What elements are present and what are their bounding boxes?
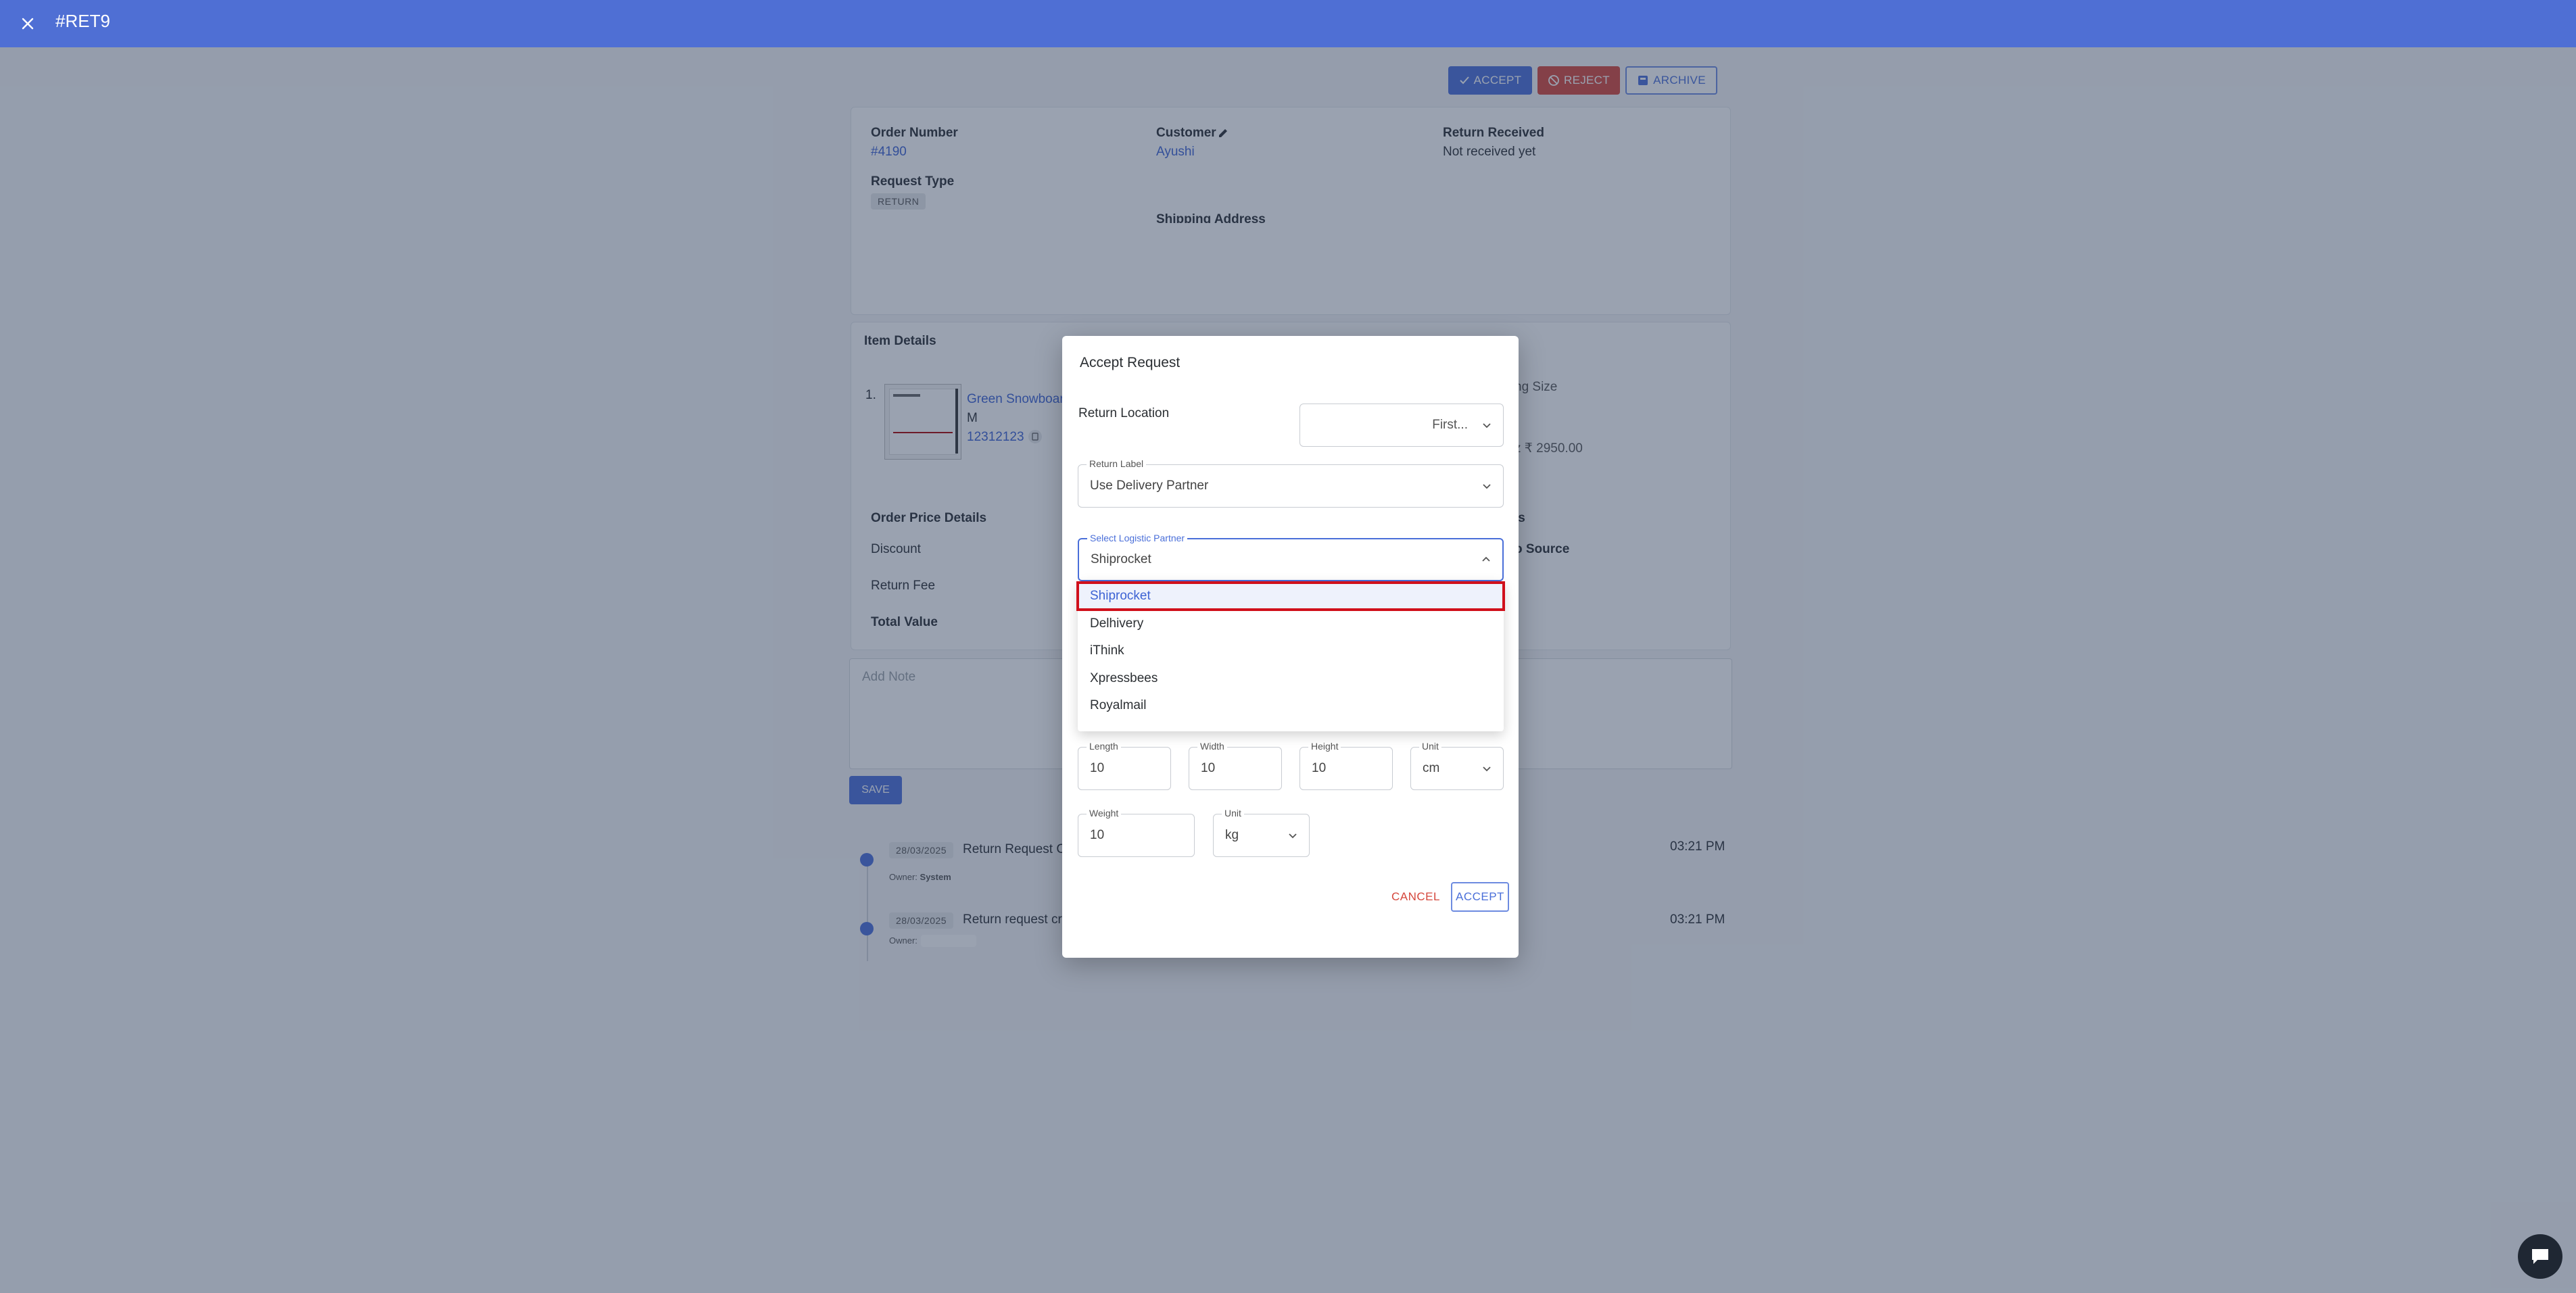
- weight-input[interactable]: Weight 10: [1078, 808, 1195, 857]
- close-icon[interactable]: [18, 14, 38, 34]
- return-location-label: Return Location: [1078, 406, 1170, 420]
- page-title: #RET9: [55, 11, 110, 31]
- option-royalmail[interactable]: Royalmail: [1078, 692, 1504, 719]
- height-label: Height: [1308, 741, 1341, 752]
- dimension-unit-label: Unit: [1419, 741, 1441, 752]
- return-label-select[interactable]: Return Label Use Delivery Partner: [1078, 458, 1504, 508]
- weight-unit-label: Unit: [1222, 808, 1244, 819]
- modal-accept-button[interactable]: ACCEPT: [1451, 882, 1509, 912]
- dimension-unit-value: cm: [1423, 761, 1440, 775]
- option-ithink[interactable]: iThink: [1078, 637, 1504, 664]
- cancel-button[interactable]: CANCEL: [1391, 890, 1440, 904]
- length-input[interactable]: Length 10: [1078, 741, 1171, 790]
- return-label-value: Use Delivery Partner: [1090, 479, 1209, 493]
- height-value: 10: [1312, 761, 1327, 775]
- weight-unit-select[interactable]: Unit kg: [1213, 808, 1310, 857]
- modal-title: Accept Request: [1080, 355, 1180, 370]
- option-delhivery[interactable]: Delhivery: [1078, 610, 1504, 637]
- return-label-label: Return Label: [1087, 458, 1147, 469]
- height-input[interactable]: Height 10: [1299, 741, 1393, 790]
- chevron-down-icon: [1483, 484, 1491, 489]
- logistic-partner-value: Shiprocket: [1091, 552, 1151, 566]
- chat-launcher-button[interactable]: [2518, 1234, 2562, 1279]
- weight-value: 10: [1090, 828, 1105, 842]
- length-value: 10: [1090, 761, 1105, 775]
- logistic-partner-dropdown: Shiprocket Delhivery iThink Xpressbees R…: [1076, 581, 1505, 731]
- length-label: Length: [1087, 741, 1121, 752]
- top-bar: #RET9: [0, 0, 2576, 47]
- chevron-up-icon: [1482, 556, 1490, 562]
- return-location-value: First...: [1432, 418, 1468, 432]
- option-xpressbees[interactable]: Xpressbees: [1078, 665, 1504, 692]
- weight-unit-value: kg: [1225, 828, 1239, 842]
- chevron-down-icon: [1483, 766, 1491, 772]
- logistic-partner-label: Select Logistic Partner: [1087, 533, 1188, 543]
- width-input[interactable]: Width 10: [1189, 741, 1282, 790]
- logistic-partner-select[interactable]: Select Logistic Partner Shiprocket: [1078, 533, 1504, 581]
- chat-icon: [2532, 1249, 2548, 1264]
- return-location-select[interactable]: First...: [1299, 404, 1504, 447]
- dimension-unit-select[interactable]: Unit cm: [1410, 741, 1504, 790]
- chevron-down-icon: [1289, 833, 1297, 839]
- chevron-down-icon: [1483, 423, 1491, 429]
- option-shiprocket[interactable]: Shiprocket: [1076, 581, 1505, 611]
- weight-label: Weight: [1087, 808, 1122, 819]
- width-value: 10: [1201, 761, 1216, 775]
- width-label: Width: [1197, 741, 1227, 752]
